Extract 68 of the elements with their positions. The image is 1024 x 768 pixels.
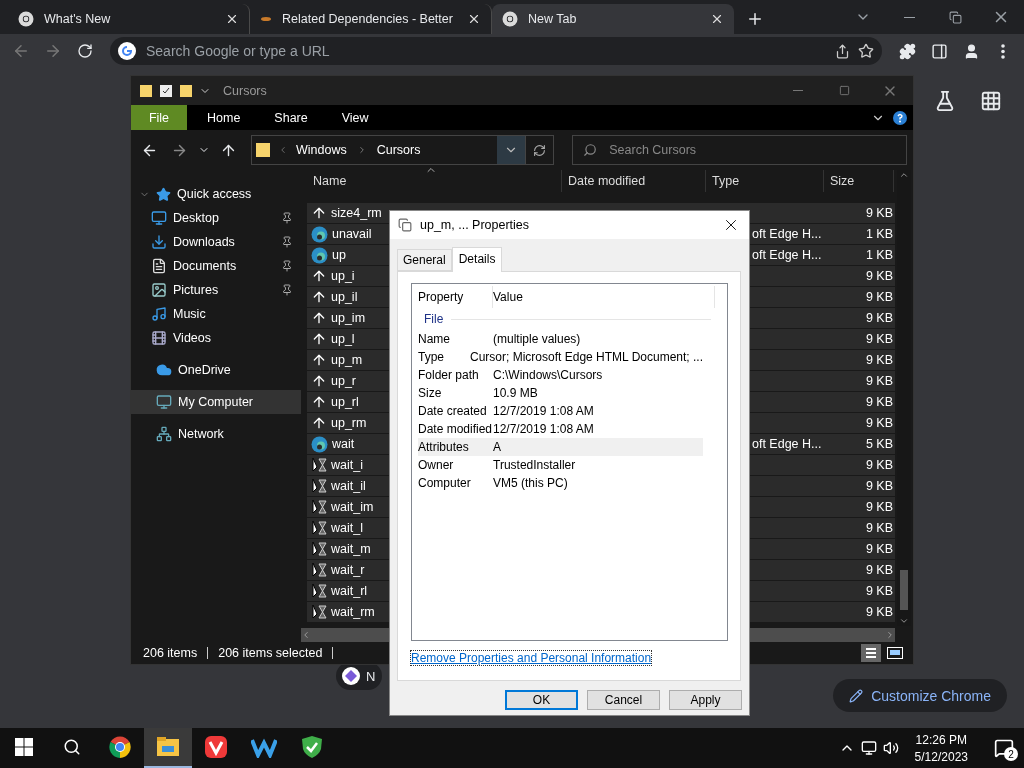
file-size: 9 KB [864, 269, 893, 283]
file-size: 9 KB [864, 605, 893, 619]
file-size: 9 KB [864, 290, 893, 304]
file-name: wait [332, 437, 355, 451]
file-size: 1 KB [864, 248, 893, 262]
file-size: 9 KB [864, 311, 893, 325]
file-name: wait_i [331, 458, 363, 472]
file-name: up_il [331, 290, 358, 304]
file-size: 9 KB [864, 206, 893, 220]
window-title: Cursors [223, 83, 267, 98]
file-size: 9 KB [864, 458, 893, 472]
file-size: 9 KB [864, 332, 893, 346]
file-name: up_i [331, 269, 355, 283]
property-name: Owner [418, 458, 455, 472]
notification-count: 2 [1004, 747, 1018, 761]
file-name: up_im [331, 311, 366, 325]
file-type: oft Edge H... [751, 227, 823, 241]
file-size: 9 KB [864, 395, 893, 409]
file-size: 9 KB [864, 521, 893, 535]
file-size: 9 KB [864, 584, 893, 598]
property-name: Date created [418, 404, 488, 418]
property-value: 10.9 MB [493, 386, 538, 400]
file-size: 9 KB [864, 542, 893, 556]
file-name: wait_rm [331, 605, 375, 619]
file-name: up_rl [331, 395, 359, 409]
selection-count: 206 items selected [218, 646, 323, 660]
property-value: (multiple values) [493, 332, 581, 346]
file-size: 9 KB [864, 500, 893, 514]
property-name: Size [418, 386, 443, 400]
property-value: Cursor; Microsoft Edge HTML Document; ... [470, 350, 703, 364]
file-name: up_rm [331, 416, 367, 430]
file-name: unavail [332, 227, 372, 241]
property-value: A [493, 440, 501, 454]
property-name: Computer [418, 476, 472, 490]
item-count: 206 items [143, 646, 198, 660]
file-name: wait_rl [331, 584, 368, 598]
file-name: wait_l [331, 521, 363, 535]
file-name: wait_r [331, 563, 365, 577]
file-name: up_r [331, 374, 357, 388]
dialog-title: up_m, ... Properties [420, 218, 530, 232]
file-size: 9 KB [864, 479, 893, 493]
file-size: 9 KB [864, 353, 893, 367]
property-name: Folder path [418, 368, 480, 382]
property-value: C:\Windows\Cursors [493, 368, 603, 382]
file-size: 9 KB [864, 563, 893, 577]
file-name: size4_rm [331, 206, 382, 220]
file-name: up_m [331, 353, 363, 367]
property-name: Date modified [418, 422, 493, 436]
property-name: Attributes [418, 440, 470, 454]
file-name: wait_il [331, 479, 366, 493]
file-name: wait_im [331, 500, 374, 514]
group-header: File [424, 312, 444, 326]
property-value: 12/7/2019 1:08 AM [493, 404, 594, 418]
property-value: TrustedInstaller [493, 458, 576, 472]
file-size: 5 KB [864, 437, 893, 451]
shortcut-label: N [366, 668, 376, 684]
file-type: oft Edge H... [751, 437, 823, 451]
file-name: wait_m [331, 542, 371, 556]
file-size: 9 KB [864, 374, 893, 388]
property-name: Type [418, 350, 445, 364]
file-name: up_l [331, 332, 355, 346]
property-name: Name [418, 332, 451, 346]
file-name: up [332, 248, 346, 262]
property-value: 12/7/2019 1:08 AM [493, 422, 594, 436]
file-size: 9 KB [864, 416, 893, 430]
file-type: oft Edge H... [751, 248, 823, 262]
property-value: VM5 (this PC) [493, 476, 568, 490]
file-size: 1 KB [864, 227, 893, 241]
